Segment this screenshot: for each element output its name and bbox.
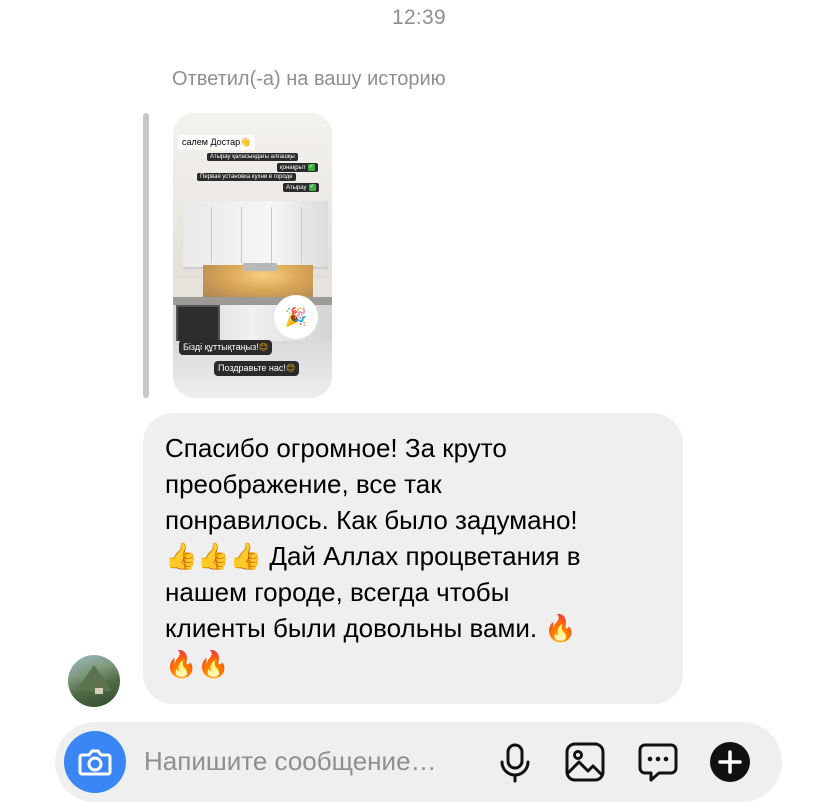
sticker-button[interactable] — [637, 741, 679, 783]
message-timestamp: 12:39 — [391, 6, 447, 29]
reply-quote-bar — [143, 113, 149, 398]
story-tag-text: Атырау — [286, 185, 307, 192]
story-photo-hood — [243, 263, 277, 271]
story-greeting-text: салем Достар — [182, 137, 241, 147]
check-icon: ✓ — [308, 184, 316, 191]
wave-emoji: 👋 — [240, 137, 252, 147]
story-caption-ru: Поздравьте нас!😊 — [214, 361, 300, 376]
check-icon: ✓ — [307, 164, 315, 171]
microphone-icon — [500, 743, 530, 783]
story-tag-4: Атырау ✓ — [283, 183, 319, 193]
message-text: Спасибо огромное! За круто преображение,… — [165, 433, 581, 679]
smile-emoji: 😊 — [258, 342, 269, 352]
story-tag-text: Первая установка кухни в городе — [200, 174, 293, 180]
plus-icon — [710, 742, 750, 782]
gallery-icon — [565, 742, 605, 782]
story-preview[interactable]: салем Достар👋 Атырау қаласындағы алғашқы… — [173, 113, 332, 398]
message-input[interactable]: Напишите сообщение… — [144, 746, 437, 777]
story-caption-kz: Бізді құттықтаңыз!😊 — [179, 340, 273, 355]
chat-thread: 12:39 Ответил(-а) на вашу историю салем … — [0, 0, 828, 809]
story-caption-ru-text: Поздравьте нас! — [218, 363, 286, 373]
story-reply-note: Ответил(-а) на вашу историю — [172, 68, 446, 90]
camera-button[interactable] — [64, 731, 126, 793]
smile-emoji: 😊 — [285, 363, 296, 373]
story-caption-kz-text: Бізді құттықтаңыз! — [183, 342, 259, 352]
message-composer: Напишите сообщение… — [55, 722, 782, 802]
story-tag-text: Атырау қаласындағы алғашқы — [210, 154, 295, 160]
story-tag-text: қонақрыт — [280, 165, 306, 172]
story-tag-3: Первая установка кухни в городе — [197, 173, 296, 181]
incoming-message-bubble[interactable]: Спасибо огромное! За круто преображение,… — [143, 413, 683, 704]
story-tag-1: Атырау қаласындағы алғашқы — [207, 153, 298, 161]
sender-avatar[interactable] — [68, 655, 120, 707]
sticker-icon — [638, 743, 678, 782]
more-actions-button[interactable] — [709, 741, 751, 783]
gallery-button[interactable] — [564, 741, 606, 783]
voice-message-button[interactable] — [494, 741, 536, 783]
story-greeting: салем Достар👋 — [178, 135, 256, 150]
camera-icon — [78, 749, 112, 776]
story-photo-upper-cabinets — [183, 201, 328, 269]
party-sticker-icon: 🎉 — [274, 295, 318, 339]
story-tag-2: қонақрыт ✓ — [277, 163, 318, 173]
story-photo-oven — [176, 305, 220, 343]
